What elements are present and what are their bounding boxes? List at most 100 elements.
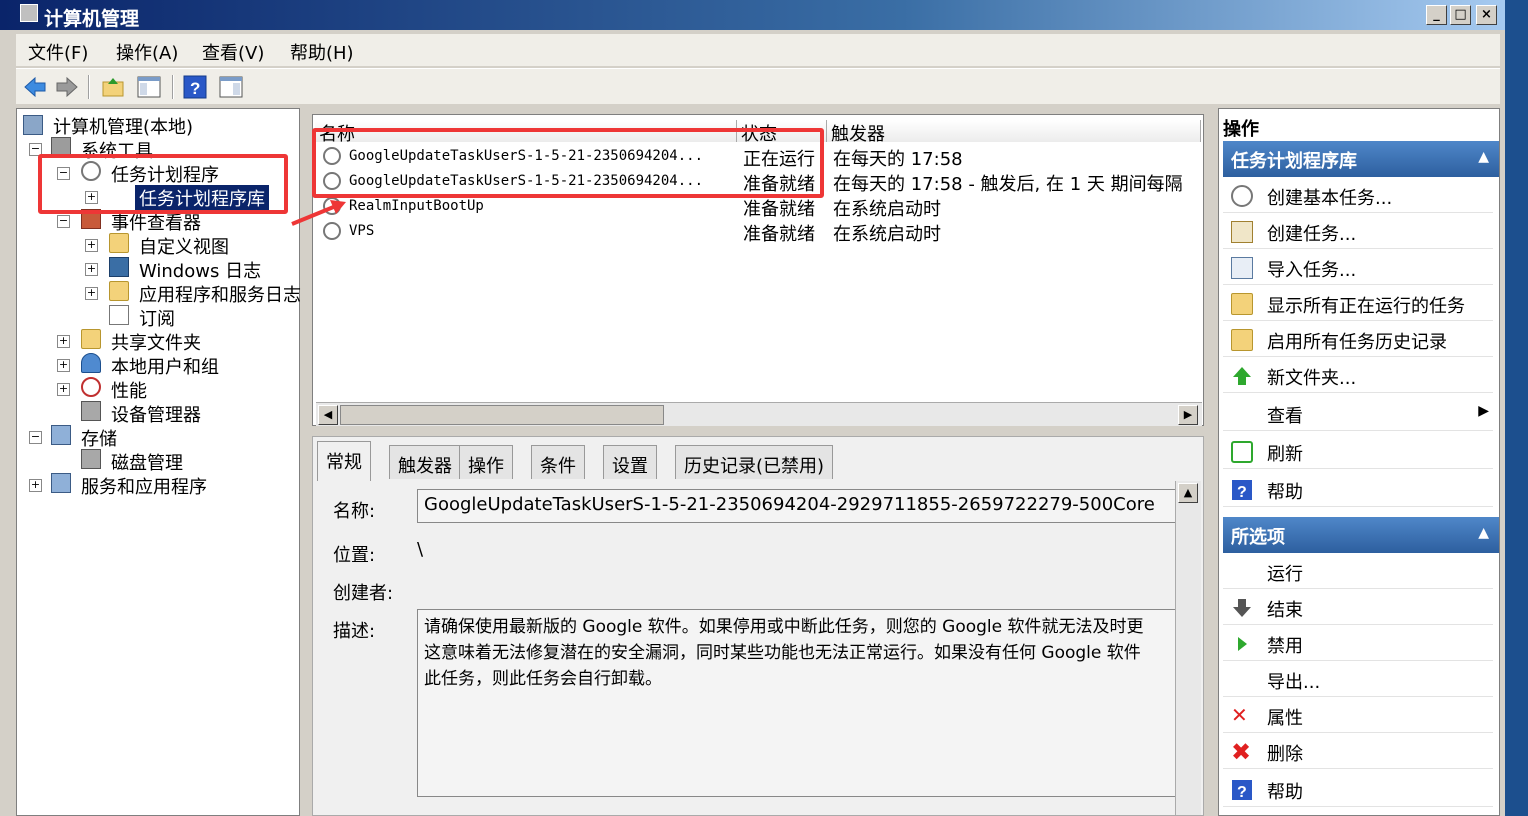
action-enable-history[interactable]: 启用所有任务历史记录 [1223,323,1493,357]
action-help[interactable]: ? 帮助 [1223,473,1493,507]
action-label: 查看 [1267,406,1303,427]
collapse-icon[interactable]: − [57,215,70,228]
disk-icon [81,449,101,469]
show-hide-action-pane-icon[interactable] [218,74,244,100]
tree-disk-mgmt[interactable]: 磁盘管理 [111,449,183,475]
properties-x-icon: ✕ [1231,703,1248,727]
location-value: \ [417,539,424,560]
action-disable[interactable]: 禁用 [1223,627,1493,661]
description-field[interactable]: 请确保使用最新版的 Google 软件。如果停用或中断此任务，则您的 Googl… [417,609,1179,797]
menu-file[interactable]: 文件(F) [28,39,88,65]
menu-bar: 文件(F) 操作(A) 查看(V) 帮助(H) [16,34,1500,66]
tab-triggers[interactable]: 触发器 [389,445,461,479]
action-end[interactable]: 结束 [1223,591,1493,625]
desktop-background [1505,0,1528,816]
forward-icon[interactable] [54,74,80,100]
action-label: 启用所有任务历史记录 [1267,332,1447,353]
tab-settings[interactable]: 设置 [603,445,657,479]
tab-general[interactable]: 常规 [317,441,371,481]
action-import-task[interactable]: 导入任务... [1223,251,1493,285]
action-show-running[interactable]: 显示所有正在运行的任务 [1223,287,1493,321]
window-title: 计算机管理 [44,8,140,30]
tree-app-logs[interactable]: 应用程序和服务日志 [139,281,301,307]
minimize-button[interactable]: _ [1426,5,1447,25]
section-title: 所选项 [1231,527,1285,548]
action-label: 帮助 [1267,782,1303,803]
scroll-up-icon[interactable]: ▲ [1178,483,1198,503]
action-view[interactable]: 查看 ▶ [1223,397,1493,431]
action-label: 导出... [1267,672,1321,693]
table-row[interactable]: VPS 准备就绪 在系统启动时 [319,220,1199,245]
section-task-library[interactable]: 任务计划程序库 ▲ [1223,141,1499,177]
collapse-section-icon[interactable]: ▲ [1478,525,1489,541]
tree-storage[interactable]: 存储 [81,425,117,451]
expand-icon[interactable]: + [29,479,42,492]
expand-icon[interactable]: + [57,335,70,348]
tab-actions[interactable]: 操作 [459,445,513,479]
play-icon [1238,637,1247,651]
tree-custom-views[interactable]: 自定义视图 [139,233,229,259]
name-label: 名称: [333,501,376,522]
action-label: 创建基本任务... [1267,188,1393,209]
menu-view[interactable]: 查看(V) [202,39,264,65]
action-create-basic-task[interactable]: 创建基本任务... [1223,179,1493,213]
tree-performance[interactable]: 性能 [111,377,147,403]
detail-vertical-scrollbar[interactable]: ▲ [1175,481,1201,815]
tree-windows-logs[interactable]: Windows 日志 [139,257,261,283]
action-help-selected[interactable]: ? 帮助 [1223,773,1493,807]
action-create-task[interactable]: 创建任务... [1223,215,1493,249]
action-new-folder[interactable]: 新文件夹... [1223,359,1493,393]
back-icon[interactable] [22,74,48,100]
section-selected-item[interactable]: 所选项 ▲ [1223,517,1499,553]
action-refresh[interactable]: 刷新 [1223,435,1493,469]
menu-help[interactable]: 帮助(H) [290,39,354,65]
device-manager-icon [81,401,101,421]
description-line: 这意味着无法修复潜在的安全漏洞，同时某些功能也无法正常运行。如果没有任何 Goo… [424,643,1141,663]
submenu-arrow-icon: ▶ [1478,403,1489,419]
tree-subscriptions[interactable]: 订阅 [139,305,175,331]
expand-icon[interactable]: + [85,263,98,276]
storage-icon [51,425,71,445]
navigation-tree: 计算机管理(本地) − 系统工具 − 任务计划程序 + 任务计划程序库 − 事件… [16,108,301,816]
scroll-left-icon[interactable]: ◀ [318,405,338,425]
collapse-icon[interactable]: − [29,431,42,444]
tree-services-apps[interactable]: 服务和应用程序 [81,473,207,499]
name-field[interactable]: GoogleUpdateTaskUserS-1-5-21-2350694204-… [417,489,1179,523]
expand-icon[interactable]: + [85,239,98,252]
subscription-icon [109,305,129,325]
refresh-icon [1231,441,1253,463]
task-trigger: 在系统启动时 [833,224,941,245]
actions-pane: 操作 任务计划程序库 ▲ 创建基本任务... 创建任务... 导入任务... 显… [1218,108,1500,816]
collapse-section-icon[interactable]: ▲ [1478,149,1489,165]
show-hide-tree-icon[interactable] [136,74,162,100]
tree-shared-folders[interactable]: 共享文件夹 [111,329,201,355]
scroll-right-icon[interactable]: ▶ [1178,405,1198,425]
action-label: 删除 [1267,744,1303,765]
tree-device-manager[interactable]: 设备管理器 [111,401,201,427]
expand-icon[interactable]: + [57,359,70,372]
tree-root[interactable]: 计算机管理(本地) [53,113,193,139]
table-row[interactable]: RealmInputBootUp 准备就绪 在系统启动时 [319,195,1199,220]
tab-history[interactable]: 历史记录(已禁用) [675,445,834,479]
down-arrow-icon [1233,599,1251,617]
task-detail-pane: 常规 触发器 操作 条件 设置 历史记录(已禁用) 名称: GoogleUpda… [312,436,1204,816]
maximize-button[interactable]: □ [1450,5,1471,25]
tab-conditions[interactable]: 条件 [531,445,585,479]
action-run[interactable]: 运行 [1223,555,1493,589]
up-folder-icon[interactable] [100,74,126,100]
col-header-trigger[interactable]: 触发器 [827,120,1201,145]
expand-icon[interactable]: + [57,383,70,396]
close-button[interactable]: × [1476,5,1497,25]
expand-icon[interactable]: + [85,287,98,300]
action-delete[interactable]: ✖ 删除 [1223,735,1493,769]
scroll-thumb[interactable] [340,405,664,425]
action-label: 属性 [1267,708,1303,729]
annotation-arrow-icon [291,200,346,226]
tree-local-users[interactable]: 本地用户和组 [111,353,219,379]
action-export[interactable]: 导出... [1223,663,1493,697]
horizontal-scrollbar[interactable]: ◀ ▶ [316,402,1202,426]
help-icon[interactable]: ? [182,74,208,100]
menu-action[interactable]: 操作(A) [116,39,178,65]
action-properties[interactable]: ✕ 属性 [1223,699,1493,733]
action-label: 新文件夹... [1267,368,1357,389]
